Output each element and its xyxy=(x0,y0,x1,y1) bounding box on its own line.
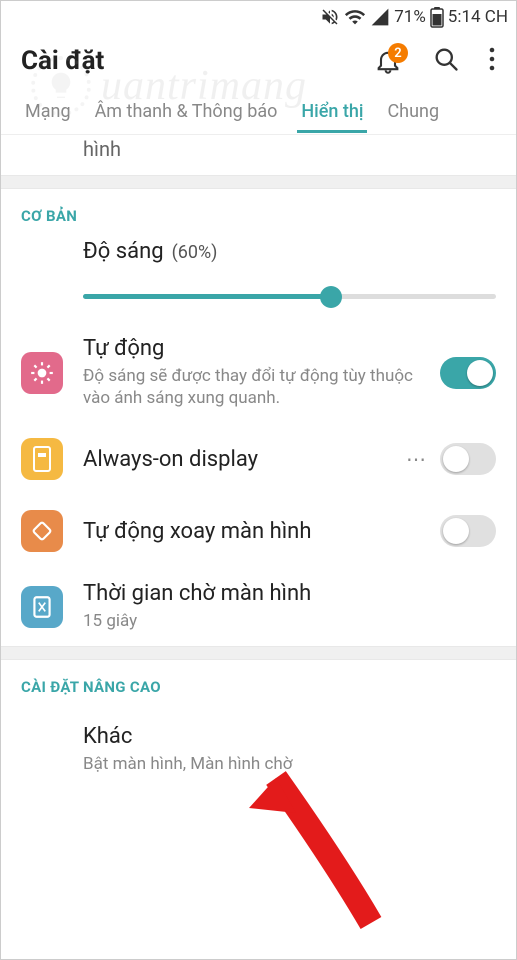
settings-content[interactable]: màu xanh dịu hơn trên màn hình hình CƠ B… xyxy=(1,135,516,789)
other-desc: Bật màn hình, Màn hình chờ xyxy=(83,753,496,775)
mute-icon xyxy=(320,7,340,27)
brightness-percent: (60%) xyxy=(172,242,218,263)
status-bar: 71% 5:14 CH xyxy=(1,1,516,33)
overflow-menu-button[interactable] xyxy=(488,45,496,77)
tab-bar: Mạng Âm thanh & Thông báo Hiển thị Chung xyxy=(1,89,516,135)
always-on-label: Always-on display xyxy=(83,447,386,472)
notifications-button[interactable]: 2 xyxy=(372,45,404,77)
wifi-icon xyxy=(344,6,366,28)
timeout-icon xyxy=(21,586,63,628)
always-on-icon xyxy=(21,438,63,480)
page-title: Cài đặt xyxy=(21,46,372,76)
battery-percent: 71% xyxy=(394,7,426,27)
tab-sound[interactable]: Âm thanh & Thông báo xyxy=(83,91,290,132)
app-header: Cài đặt 2 xyxy=(1,33,516,89)
auto-brightness-desc: Độ sáng sẽ được thay đổi tự động tùy thu… xyxy=(83,365,420,409)
rotate-icon xyxy=(21,510,63,552)
notification-badge: 2 xyxy=(388,43,408,63)
brightness-auto-icon xyxy=(21,352,63,394)
auto-brightness-label: Tự động xyxy=(83,336,420,361)
auto-rotate-row[interactable]: Tự động xoay màn hình xyxy=(1,495,516,567)
screen-timeout-label: Thời gian chờ màn hình xyxy=(83,581,496,606)
brightness-label: Độ sáng xyxy=(83,239,164,264)
tab-display[interactable]: Hiển thị xyxy=(289,91,375,132)
search-icon xyxy=(432,45,460,73)
auto-brightness-toggle[interactable] xyxy=(440,357,496,389)
clipped-line2: hình xyxy=(83,137,121,161)
auto-brightness-row[interactable]: Tự động Độ sáng sẽ được thay đổi tự động… xyxy=(1,322,516,423)
search-button[interactable] xyxy=(432,45,460,77)
auto-rotate-toggle[interactable] xyxy=(440,515,496,547)
brightness-row: Độ sáng (60%) xyxy=(1,239,516,322)
always-on-display-row[interactable]: Always-on display ⋯ xyxy=(1,423,516,495)
clipped-item-text[interactable]: màu xanh dịu hơn trên màn hình hình xyxy=(1,135,516,175)
screen-timeout-value: 15 giây xyxy=(83,610,496,632)
section-divider-2 xyxy=(1,646,516,660)
always-on-toggle[interactable] xyxy=(440,443,496,475)
other-row[interactable]: Khác Bật màn hình, Màn hình chờ xyxy=(1,710,516,789)
slider-thumb[interactable] xyxy=(320,286,342,308)
auto-rotate-label: Tự động xoay màn hình xyxy=(83,519,420,544)
slider-fill xyxy=(83,294,331,299)
brightness-slider[interactable] xyxy=(83,272,496,322)
other-label: Khác xyxy=(83,724,496,749)
tab-general[interactable]: Chung xyxy=(375,91,451,132)
signal-icon xyxy=(370,7,390,27)
status-time: 5:14 CH xyxy=(448,7,508,27)
section-advanced-header: CÀI ĐẶT NÂNG CAO xyxy=(1,660,516,710)
battery-icon xyxy=(430,6,444,28)
more-vert-icon xyxy=(488,45,496,73)
section-basic-header: CƠ BẢN xyxy=(1,189,516,239)
screen-timeout-row[interactable]: Thời gian chờ màn hình 15 giây xyxy=(1,567,516,646)
always-on-more-icon[interactable]: ⋯ xyxy=(406,447,428,471)
tab-network[interactable]: Mạng xyxy=(13,91,83,132)
section-divider xyxy=(1,175,516,189)
